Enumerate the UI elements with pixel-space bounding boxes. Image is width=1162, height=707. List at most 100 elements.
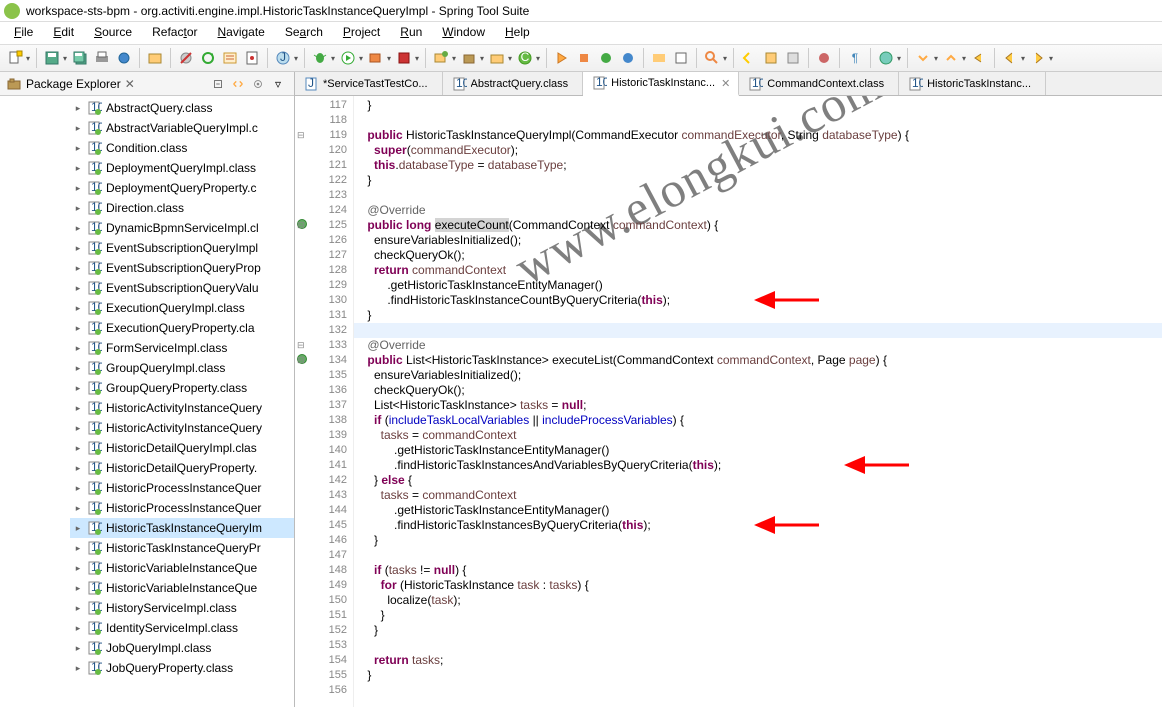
tree-item[interactable]: ▸ 101 DeploymentQueryProperty.c: [70, 178, 294, 198]
new-dropdown[interactable]: ▾: [24, 54, 32, 63]
print-button[interactable]: [92, 48, 112, 68]
tree-item[interactable]: ▸ 101 GroupQueryProperty.class: [70, 378, 294, 398]
editor-tab[interactable]: J *ServiceTastTestCo...: [295, 72, 443, 95]
tree-item[interactable]: ▸ 101 ExecutionQueryImpl.class: [70, 298, 294, 318]
expand-arrow-icon[interactable]: ▸: [72, 342, 84, 354]
expand-arrow-icon[interactable]: ▸: [72, 222, 84, 234]
menu-project[interactable]: Project: [333, 22, 390, 44]
collapse-all-button[interactable]: [209, 75, 227, 93]
expand-arrow-icon[interactable]: ▸: [72, 662, 84, 674]
code-line[interactable]: [354, 188, 1162, 203]
code-line[interactable]: }: [354, 173, 1162, 188]
code-line[interactable]: [354, 113, 1162, 128]
expand-arrow-icon[interactable]: ▸: [72, 362, 84, 374]
code-content[interactable]: www.elongkui.com } public HistoricTaskIn…: [354, 96, 1162, 707]
run-last-dropdown[interactable]: ▾: [385, 54, 393, 63]
tree-item[interactable]: ▸ 101 AbstractQuery.class: [70, 98, 294, 118]
code-line[interactable]: if (tasks != null) {: [354, 563, 1162, 578]
open-task-button[interactable]: [649, 48, 669, 68]
view-menu-button[interactable]: ▿: [269, 75, 287, 93]
next-annotation-button[interactable]: [913, 48, 933, 68]
code-line[interactable]: @Override: [354, 203, 1162, 218]
code-line[interactable]: .findHistoricTaskInstanceCountByQueryCri…: [354, 293, 1162, 308]
menu-help[interactable]: Help: [495, 22, 540, 44]
expand-arrow-icon[interactable]: ▸: [72, 182, 84, 194]
external-tools-dropdown[interactable]: ▾: [413, 54, 421, 63]
expand-arrow-icon[interactable]: ▸: [72, 102, 84, 114]
search-button[interactable]: [702, 48, 722, 68]
tree-item[interactable]: ▸ 101 Condition.class: [70, 138, 294, 158]
expand-arrow-icon[interactable]: ▸: [72, 262, 84, 274]
code-line[interactable]: public long executeCount(CommandContext …: [354, 218, 1162, 233]
new-source-folder-dropdown[interactable]: ▾: [506, 54, 514, 63]
run-dropdown[interactable]: ▾: [357, 54, 365, 63]
open-resource-button[interactable]: [145, 48, 165, 68]
code-line[interactable]: super(commandExecutor);: [354, 143, 1162, 158]
tree-item[interactable]: ▸ 101 JobQueryImpl.class: [70, 638, 294, 658]
save-button[interactable]: [42, 48, 62, 68]
code-line[interactable]: localize(task);: [354, 593, 1162, 608]
menu-refactor[interactable]: Refactor: [142, 22, 207, 44]
focus-button[interactable]: [249, 75, 267, 93]
code-line[interactable]: for (HistoricTaskInstance task : tasks) …: [354, 578, 1162, 593]
expand-arrow-icon[interactable]: ▸: [72, 242, 84, 254]
tree-item[interactable]: ▸ 101 FormServiceImpl.class: [70, 338, 294, 358]
expand-arrow-icon[interactable]: ▸: [72, 422, 84, 434]
annotation-next-button[interactable]: [761, 48, 781, 68]
expand-arrow-icon[interactable]: ▸: [72, 562, 84, 574]
server-start-button[interactable]: [552, 48, 572, 68]
new-java-dropdown[interactable]: ▾: [450, 54, 458, 63]
menu-search[interactable]: Search: [275, 22, 333, 44]
breakpoint-button[interactable]: [114, 48, 134, 68]
code-line[interactable]: ensureVariablesInitialized();: [354, 368, 1162, 383]
code-line[interactable]: if (includeTaskLocalVariables || include…: [354, 413, 1162, 428]
menu-edit[interactable]: Edit: [43, 22, 84, 44]
expand-arrow-icon[interactable]: ▸: [72, 582, 84, 594]
tree-item[interactable]: ▸ 101 HistoricTaskInstanceQueryIm: [70, 518, 294, 538]
code-line[interactable]: }: [354, 308, 1162, 323]
package-tree[interactable]: ▸ 101 AbstractQuery.class▸ 101 AbstractV…: [0, 96, 294, 707]
run-button[interactable]: [338, 48, 358, 68]
link-editor-button[interactable]: [671, 48, 691, 68]
expand-arrow-icon[interactable]: ▸: [72, 542, 84, 554]
last-edit-location-button[interactable]: [969, 48, 989, 68]
code-line[interactable]: }: [354, 98, 1162, 113]
editor-tab[interactable]: 101 HistoricTaskInstanc... ✕: [583, 72, 739, 96]
editor-tab[interactable]: 101 HistoricTaskInstanc...: [899, 72, 1046, 95]
code-line[interactable]: }: [354, 608, 1162, 623]
tree-item[interactable]: ▸ 101 HistoricVariableInstanceQue: [70, 578, 294, 598]
tree-item[interactable]: ▸ 101 AbstractVariableQueryImpl.c: [70, 118, 294, 138]
server-stop-button[interactable]: [574, 48, 594, 68]
tree-item[interactable]: ▸ 101 HistoricActivityInstanceQuery: [70, 398, 294, 418]
new-java-button[interactable]: [431, 48, 451, 68]
tree-item[interactable]: ▸ 101 EventSubscriptionQueryProp: [70, 258, 294, 278]
skip-breakpoints-button[interactable]: [176, 48, 196, 68]
code-line[interactable]: .getHistoricTaskInstanceEntityManager(): [354, 503, 1162, 518]
link-with-editor-button[interactable]: [229, 75, 247, 93]
new-class-button[interactable]: C: [515, 48, 535, 68]
expand-arrow-icon[interactable]: ▸: [72, 382, 84, 394]
refresh-button[interactable]: [814, 48, 834, 68]
menu-navigate[interactable]: Navigate: [207, 22, 274, 44]
code-line[interactable]: public List<HistoricTaskInstance> execut…: [354, 353, 1162, 368]
expand-arrow-icon[interactable]: ▸: [72, 162, 84, 174]
code-line[interactable]: tasks = commandContext: [354, 428, 1162, 443]
expand-arrow-icon[interactable]: ▸: [72, 402, 84, 414]
new-source-folder-button[interactable]: [487, 48, 507, 68]
last-edit-button[interactable]: [783, 48, 803, 68]
expand-arrow-icon[interactable]: ▸: [72, 522, 84, 534]
code-editor[interactable]: 1171181191201211221231241251261271281291…: [295, 96, 1162, 707]
editor-tab[interactable]: 101 AbstractQuery.class: [443, 72, 584, 95]
expand-arrow-icon[interactable]: ▸: [72, 482, 84, 494]
save-all-button[interactable]: [70, 48, 90, 68]
new-package-button[interactable]: [459, 48, 479, 68]
code-line[interactable]: this.databaseType = databaseType;: [354, 158, 1162, 173]
tree-item[interactable]: ▸ 101 HistoricActivityInstanceQuery: [70, 418, 294, 438]
back-button[interactable]: [1000, 48, 1020, 68]
tree-item[interactable]: ▸ 101 DynamicBpmnServiceImpl.cl: [70, 218, 294, 238]
new-button[interactable]: [5, 48, 25, 68]
code-line[interactable]: .findHistoricTaskInstancesAndVariablesBy…: [354, 458, 1162, 473]
menu-window[interactable]: Window: [432, 22, 495, 44]
expand-arrow-icon[interactable]: ▸: [72, 282, 84, 294]
new-package-dropdown[interactable]: ▾: [478, 54, 486, 63]
